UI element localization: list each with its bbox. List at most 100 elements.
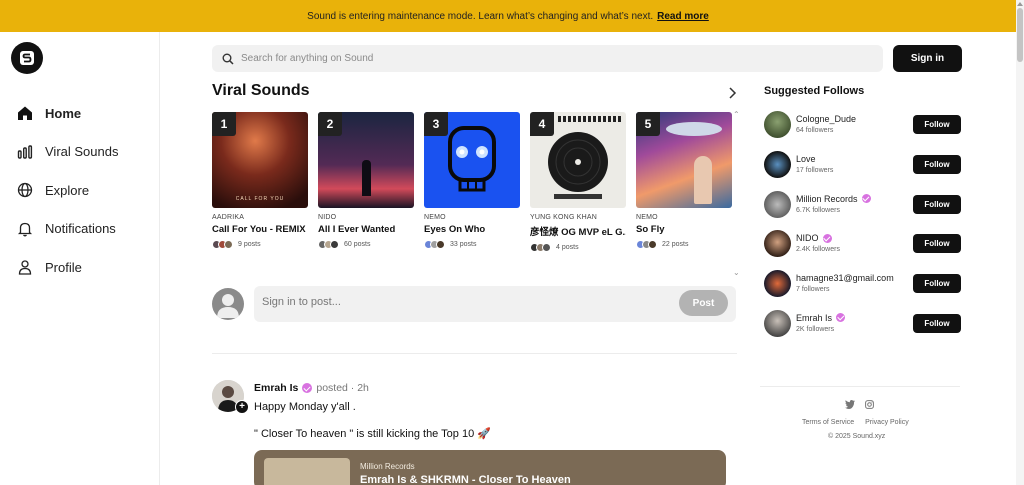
- card-track[interactable]: All I Ever Wanted: [318, 224, 414, 235]
- viral-card[interactable]: 5 NEMO So Fly 22 posts: [636, 112, 732, 249]
- list-item: Emrah Is 2K followers Follow: [764, 309, 962, 350]
- follow-button[interactable]: Follow: [913, 313, 961, 333]
- post-author-name[interactable]: Emrah Is: [254, 382, 298, 394]
- search-input[interactable]: [241, 53, 841, 64]
- follow-button[interactable]: Follow: [913, 274, 961, 294]
- avatar[interactable]: [764, 309, 791, 337]
- follow-plus-icon[interactable]: +: [235, 400, 249, 414]
- viral-card[interactable]: 2 NIDO All I Ever Wanted 60 posts: [318, 112, 414, 249]
- nav-item-explore[interactable]: Explore: [16, 171, 118, 210]
- follow-button[interactable]: Follow: [913, 194, 961, 214]
- follower-count: 64 followers: [796, 127, 834, 134]
- card-artist[interactable]: AADRIKA: [212, 214, 308, 221]
- follow-button[interactable]: Follow: [913, 115, 961, 134]
- avatar[interactable]: [764, 270, 791, 298]
- bell-icon: [16, 220, 34, 238]
- viral-card[interactable]: 4 YUNG KONG KHAN 彦怪燎 OG MVP eL G... 4 po…: [530, 112, 626, 252]
- carousel-next-icon[interactable]: [727, 86, 737, 100]
- page-scrollbar[interactable]: [1016, 0, 1024, 485]
- nav-item-viral-sounds[interactable]: Viral Sounds: [16, 133, 118, 172]
- scrollbar-thumb[interactable]: [1017, 8, 1023, 62]
- poster-avatars: [212, 240, 233, 249]
- instagram-icon[interactable]: [865, 400, 874, 409]
- suggested-name[interactable]: hamagne31@gmail.com: [796, 273, 894, 283]
- nav-label-viral-sounds: Viral Sounds: [45, 144, 119, 160]
- avatar[interactable]: [764, 190, 791, 218]
- poster-avatars: [636, 240, 657, 249]
- album-art[interactable]: 3: [424, 112, 520, 208]
- sidebar: Home Viral Sounds Explore Notifications …: [0, 32, 160, 485]
- main-nav: Home Viral Sounds Explore Notifications …: [16, 94, 118, 287]
- privacy-link[interactable]: Privacy Policy: [865, 419, 909, 426]
- album-art[interactable]: 4: [530, 112, 626, 208]
- card-track[interactable]: 彦怪燎 OG MVP eL G...: [530, 224, 626, 238]
- skull-art-icon: [448, 126, 496, 192]
- nav-item-home[interactable]: Home: [16, 94, 118, 133]
- carousel-scroll-down-icon[interactable]: ⌄: [733, 268, 740, 277]
- home-icon: [16, 104, 34, 122]
- scroll-up-arrow-icon[interactable]: [1017, 2, 1023, 6]
- viral-card[interactable]: 3 NEMO Eyes On Who 33 posts: [424, 112, 520, 249]
- card-artist[interactable]: YUNG KONG KHAN: [530, 214, 626, 221]
- carousel-scroll-up-icon[interactable]: ⌃: [733, 110, 740, 119]
- follower-count: 17 followers: [796, 166, 834, 174]
- embed-thumbnail: [264, 458, 350, 485]
- bars-icon: [16, 143, 34, 161]
- suggested-follows-list: Cologne_Dude 64 followers Follow Love 17…: [764, 111, 962, 350]
- nav-label-home: Home: [45, 105, 82, 121]
- list-item: Love 17 followers Follow: [764, 150, 962, 191]
- card-posts: 22 posts: [636, 240, 732, 249]
- card-track[interactable]: So Fly: [636, 224, 732, 235]
- avatar[interactable]: [764, 230, 791, 258]
- rank-badge: 1: [212, 112, 236, 136]
- sign-in-button[interactable]: Sign in: [893, 45, 962, 72]
- card-track[interactable]: Call For You - REMIX: [212, 224, 308, 235]
- suggested-name[interactable]: Million Records: [796, 194, 871, 204]
- poster-avatars: [530, 243, 551, 252]
- album-art[interactable]: 2: [318, 112, 414, 208]
- post-text-line: " Closer To heaven " is still kicking th…: [254, 428, 491, 440]
- follower-count: 6.7K followers: [796, 206, 840, 214]
- search-bar[interactable]: [212, 45, 883, 72]
- avatar[interactable]: [764, 111, 791, 138]
- list-item: NIDO 2.4K followers Follow: [764, 230, 962, 270]
- follower-count: 2K followers: [796, 325, 835, 333]
- post-count: 60 posts: [344, 241, 371, 248]
- embed-title[interactable]: Emrah Is & SHKRMN - Closer To Heaven: [360, 474, 571, 485]
- card-artist[interactable]: NEMO: [424, 214, 520, 221]
- nav-item-notifications[interactable]: Notifications: [16, 210, 118, 249]
- nav-label-notifications: Notifications: [45, 221, 116, 237]
- sidebar-divider: [760, 386, 960, 387]
- sound-logo-icon: [20, 51, 34, 65]
- twitter-icon[interactable]: [845, 400, 855, 409]
- post-button[interactable]: Post: [679, 290, 728, 316]
- album-art[interactable]: 5: [636, 112, 732, 208]
- card-track[interactable]: Eyes On Who: [424, 224, 520, 235]
- viral-card[interactable]: 1 CALL FOR YOU AADRIKA Call For You - RE…: [212, 112, 308, 249]
- sound-logo[interactable]: [11, 42, 43, 74]
- feed-divider: [212, 353, 737, 354]
- suggested-name[interactable]: NIDO: [796, 233, 832, 243]
- follower-count: 2.4K followers: [796, 246, 840, 254]
- suggested-name[interactable]: Cologne_Dude: [796, 114, 856, 124]
- terms-link[interactable]: Terms of Service: [802, 419, 854, 426]
- rank-badge: 2: [318, 112, 342, 136]
- suggested-name[interactable]: Love: [796, 154, 816, 164]
- read-more-link[interactable]: Read more: [657, 11, 709, 22]
- card-artist[interactable]: NIDO: [318, 214, 414, 221]
- globe-icon: [16, 181, 34, 199]
- verified-badge-icon: [302, 383, 313, 393]
- post-composer[interactable]: Post: [254, 286, 736, 322]
- follower-count: 7 followers: [796, 286, 830, 294]
- composer-input[interactable]: [262, 296, 662, 308]
- follow-button[interactable]: Follow: [913, 234, 961, 254]
- suggested-name[interactable]: Emrah Is: [796, 313, 846, 323]
- track-embed[interactable]: Million Records Emrah Is & SHKRMN - Clos…: [254, 450, 726, 485]
- card-artist[interactable]: NEMO: [636, 214, 732, 221]
- avatar[interactable]: [764, 150, 791, 178]
- poster-avatars: [424, 240, 445, 249]
- nav-item-profile[interactable]: Profile: [16, 248, 118, 287]
- album-art-caption: CALL FOR YOU: [235, 196, 285, 202]
- album-art[interactable]: 1 CALL FOR YOU: [212, 112, 308, 208]
- follow-button[interactable]: Follow: [913, 154, 961, 174]
